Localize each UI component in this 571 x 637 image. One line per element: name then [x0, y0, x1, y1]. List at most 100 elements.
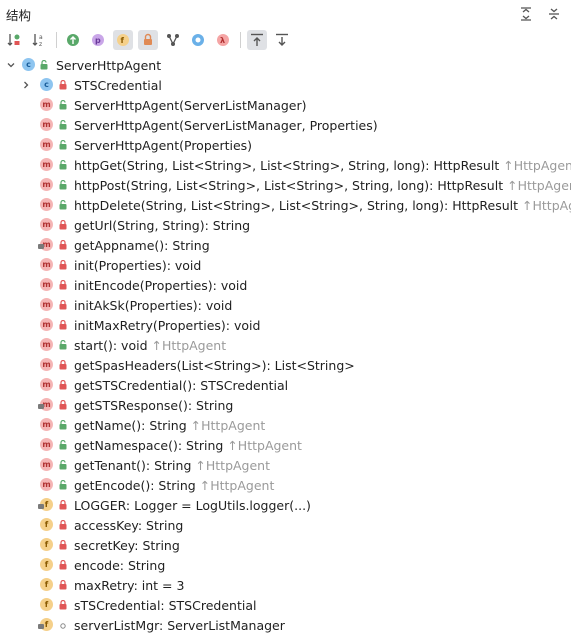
svg-text:p: p [95, 36, 101, 45]
show-lambdas-icon[interactable]: λ [213, 30, 233, 50]
tree-row[interactable]: m httpPost(String, List<String>, List<Str… [0, 175, 571, 195]
field-icon: f [40, 538, 53, 551]
tree-item-signature: secretKey: String [74, 538, 180, 553]
tree-row[interactable]: m getSTSResponse(): String [0, 395, 571, 415]
tree-row[interactable]: f LOGGER: Logger = LogUtils.logger(...) [0, 495, 571, 515]
tree-item-label: getNamespace(): String ↑HttpAgent [74, 438, 302, 453]
svg-text:f: f [121, 36, 125, 45]
public-visibility-icon [58, 200, 67, 210]
tree-item-signature: getUrl(String, String): String [74, 218, 251, 233]
tree-row[interactable]: m getSpasHeaders(List<String>): List<Stri… [0, 355, 571, 375]
method-icon: m [40, 318, 53, 331]
structure-panel: 结构 az p f λ [0, 0, 571, 52]
tree-item-label: accessKey: String [74, 518, 183, 533]
tree-item-signature: ServerHttpAgent(Properties) [74, 138, 253, 153]
tree-item-signature: httpGet(String, List<String>, List<Strin… [74, 158, 500, 173]
tree-row[interactable]: m httpDelete(String, List<String>, List<S… [0, 195, 571, 215]
show-fields-icon[interactable]: f [113, 30, 133, 50]
method-icon: m [40, 198, 53, 211]
tree-row[interactable]: f serverListMgr: ServerListManager [0, 615, 571, 635]
tree-item-label: maxRetry: int = 3 [74, 578, 184, 593]
tree-row[interactable]: m ServerHttpAgent(Properties) [0, 135, 571, 155]
private-lock-icon [58, 300, 67, 310]
tree-row[interactable]: m getName(): String ↑HttpAgent [0, 415, 571, 435]
tree-item-signature: getNamespace(): String [74, 438, 224, 453]
field-icon: f [38, 498, 53, 511]
collapse-all-icon[interactable] [545, 5, 563, 23]
public-visibility-icon [58, 460, 67, 470]
tree-item-signature: getEncode(): String [74, 478, 196, 493]
tree-item-label: httpDelete(String, List<String>, List<St… [74, 198, 571, 213]
show-inherited-icon[interactable] [63, 30, 83, 50]
autoscroll-from-source-icon[interactable] [272, 30, 292, 50]
tree-row[interactable]: m getNamespace(): String ↑HttpAgent [0, 435, 571, 455]
tree-item-label: getSpasHeaders(List<String>): List<Strin… [74, 358, 355, 373]
field-icon: f [40, 578, 53, 591]
inherited-from-label: ↑HttpAgent [190, 418, 266, 433]
tree-row[interactable]: m getTenant(): String ↑HttpAgent [0, 455, 571, 475]
method-icon: m [40, 178, 53, 191]
tree-row[interactable]: m getEncode(): String ↑HttpAgent [0, 475, 571, 495]
tree-row[interactable]: m start(): void ↑HttpAgent [0, 335, 571, 355]
method-icon: m [40, 158, 53, 171]
tree-item-signature: getSTSResponse(): String [74, 398, 234, 413]
tree-row[interactable]: f accessKey: String [0, 515, 571, 535]
inherited-from-label: ↑HttpAgent [151, 338, 227, 353]
tree-row[interactable]: m httpGet(String, List<String>, List<Stri… [0, 155, 571, 175]
sort-alphabetically-icon[interactable]: az [29, 30, 49, 50]
tree-item-signature: httpPost(String, List<String>, List<Stri… [74, 178, 504, 193]
method-icon: m [40, 298, 53, 311]
method-icon: m [40, 418, 53, 431]
tree-item-label: init(Properties): void [74, 258, 201, 273]
tree-item-label: getUrl(String, String): String [74, 218, 250, 233]
show-anonymous-icon[interactable] [188, 30, 208, 50]
tree-row[interactable]: m ServerHttpAgent(ServerListManager) [0, 95, 571, 115]
static-marker-icon [38, 404, 44, 409]
chevron-right-icon[interactable] [20, 79, 32, 91]
public-visibility-icon [58, 140, 67, 150]
private-lock-icon [58, 320, 67, 330]
tree-row[interactable]: m getAppname(): String [0, 235, 571, 255]
private-lock-icon [58, 80, 67, 90]
show-lambdas-tree-icon[interactable] [163, 30, 183, 50]
private-lock-icon [58, 600, 67, 610]
method-icon: m [38, 238, 53, 251]
tree-row[interactable]: f maxRetry: int = 3 [0, 575, 571, 595]
autoscroll-to-source-icon[interactable] [247, 30, 267, 50]
tree-row[interactable]: m getSTSCredential(): STSCredential [0, 375, 571, 395]
tree-row[interactable]: m init(Properties): void [0, 255, 571, 275]
tree-row[interactable]: f encode: String [0, 555, 571, 575]
sort-by-visibility-icon[interactable] [4, 30, 24, 50]
tree-item-signature: sTSCredential: STSCredential [74, 598, 257, 613]
tree-item-label: getEncode(): String ↑HttpAgent [74, 478, 274, 493]
method-icon: m [40, 438, 53, 451]
svg-text:z: z [39, 41, 42, 48]
tree-item-signature: serverListMgr: ServerListManager [74, 618, 285, 633]
public-visibility-icon [58, 120, 67, 130]
tree-item-signature: encode: String [74, 558, 166, 573]
tree-item-label: ServerHttpAgent(Properties) [74, 138, 252, 153]
private-lock-icon [58, 280, 67, 290]
tree-row[interactable]: m ServerHttpAgent(ServerListManager, Prop… [0, 115, 571, 135]
show-non-public-icon[interactable] [138, 30, 158, 50]
show-properties-icon[interactable]: p [88, 30, 108, 50]
tree-row[interactable]: m initAkSk(Properties): void [0, 295, 571, 315]
structure-tree: c ServerHttpAgent c STSCredential m ServerH… [0, 55, 571, 635]
tree-item-signature: getSTSCredential(): STSCredential [74, 378, 289, 393]
tree-root-row[interactable]: c ServerHttpAgent [0, 55, 571, 75]
tree-row[interactable]: m initEncode(Properties): void [0, 275, 571, 295]
tree-row[interactable]: f secretKey: String [0, 535, 571, 555]
chevron-down-icon[interactable] [5, 59, 17, 71]
method-icon: m [40, 358, 53, 371]
private-lock-icon [58, 400, 67, 410]
tree-item-label: initMaxRetry(Properties): void [74, 318, 260, 333]
tree-item-signature: getSpasHeaders(List<String>): List<Strin… [74, 358, 355, 373]
public-visibility-icon [58, 180, 67, 190]
method-icon: m [40, 138, 53, 151]
tree-row[interactable]: m getUrl(String, String): String [0, 215, 571, 235]
tree-row[interactable]: m initMaxRetry(Properties): void [0, 315, 571, 335]
tree-row[interactable]: f sTSCredential: STSCredential [0, 595, 571, 615]
tree-row[interactable]: c STSCredential [0, 75, 571, 95]
public-visibility-icon [58, 160, 67, 170]
expand-all-icon[interactable] [517, 5, 535, 23]
